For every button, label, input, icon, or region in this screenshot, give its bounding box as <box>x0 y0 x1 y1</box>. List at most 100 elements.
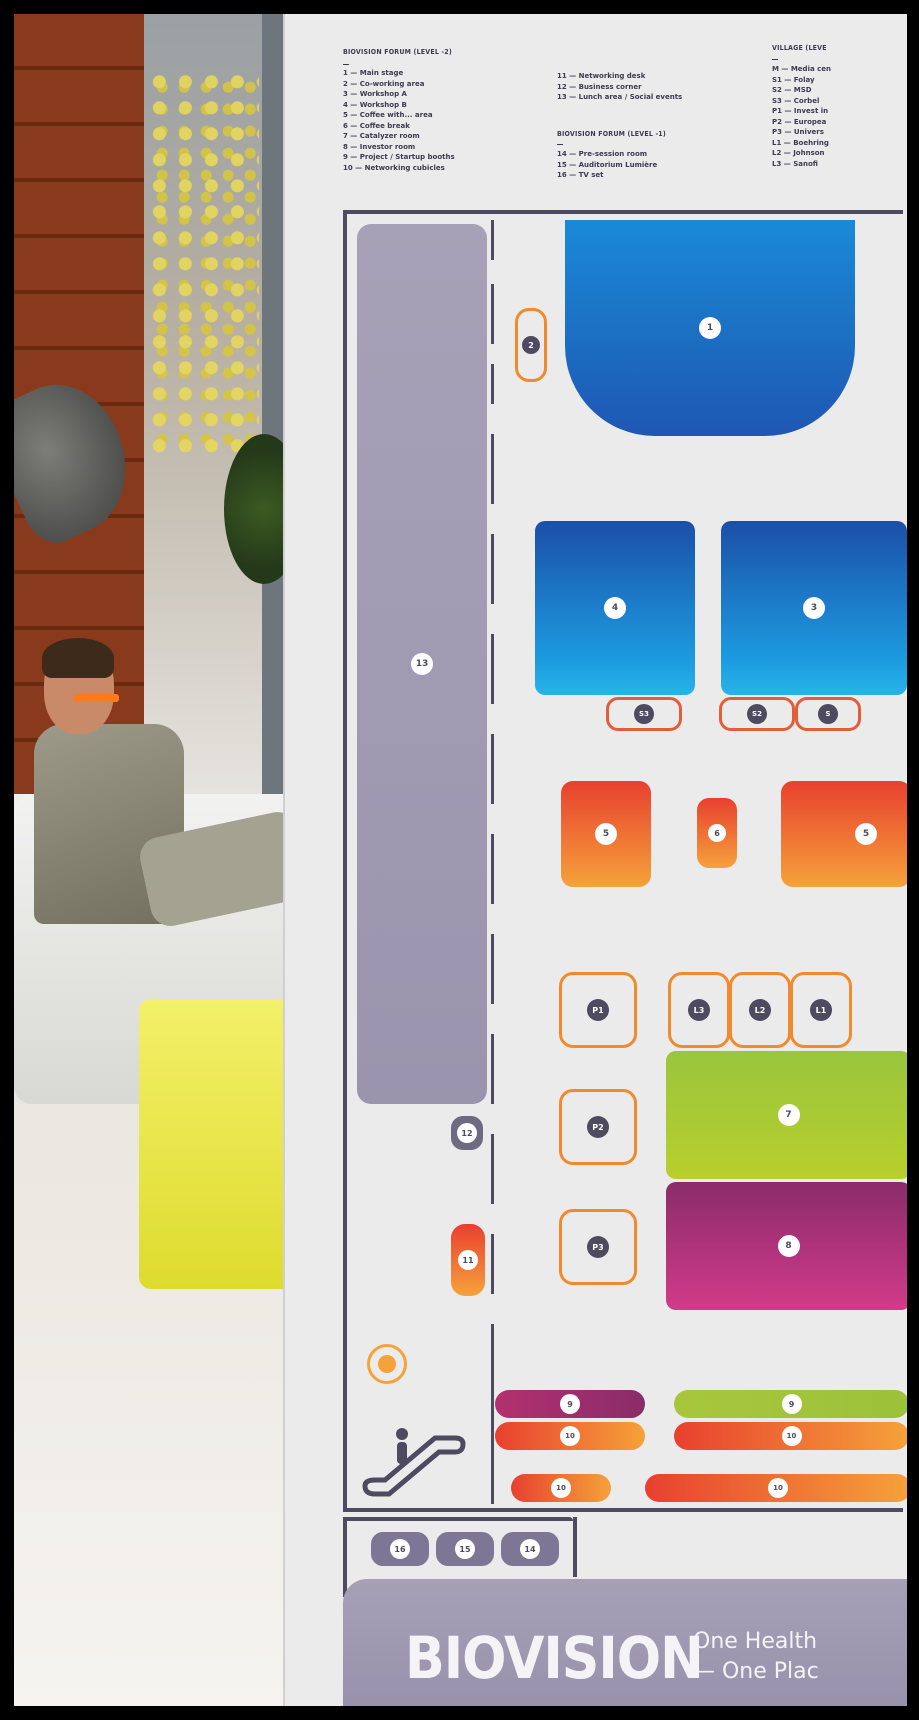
room-label: 4 <box>604 597 626 619</box>
divider-dash <box>491 934 494 1004</box>
divider-dash <box>491 634 494 704</box>
legend-item: 9 — Project / Startup booths <box>343 153 455 161</box>
seated-man <box>34 638 312 974</box>
booth-s2: S2 <box>719 697 795 731</box>
room-label: 5 <box>595 823 617 845</box>
legend-item: P2 — Europea <box>772 117 827 126</box>
booth-label: P1 <box>587 999 609 1021</box>
booth-l1: L1 <box>790 972 852 1048</box>
room-label: 10 <box>551 1478 571 1498</box>
room-label: 9 <box>781 1394 802 1414</box>
orange-glasses <box>74 694 119 702</box>
brand-tagline: One Health — One Plac <box>693 1627 819 1687</box>
room-1: 1 <box>565 220 855 436</box>
legend-item: 10 — Networking cubicles <box>343 163 445 172</box>
room-label: 10 <box>781 1426 802 1446</box>
room-label: 5 <box>855 823 877 845</box>
room-6: 6 <box>697 798 737 868</box>
legend-item: 5 — Coffee with... area <box>343 111 433 119</box>
divider-dash <box>491 1134 494 1204</box>
legend-item: S3 — Corbel <box>772 96 820 105</box>
legend-item: L1 — Boehring <box>772 138 829 147</box>
map-wall-bottom <box>343 1508 903 1512</box>
legend-item: 8 — Investor room <box>343 142 416 151</box>
room-label: 1 <box>699 317 721 339</box>
legend-dash <box>343 64 349 65</box>
legend-item: 1 — Main stage <box>343 69 404 77</box>
legend-item: M — Media cen <box>772 65 832 73</box>
legend-list-level-2: 1 — Main stage 2 — Co-working area 3 — W… <box>343 68 455 173</box>
booth-10-lower-right: 10 <box>645 1474 907 1502</box>
room-label: 2 <box>522 336 540 354</box>
legend-item: P3 — Univers <box>772 128 824 136</box>
booth-label: P2 <box>587 1116 609 1138</box>
divider-dash <box>491 1034 494 1104</box>
booth-10-right: 10 <box>674 1422 907 1450</box>
booth-label: S3 <box>634 704 654 724</box>
legend-heading-village: VILLAGE (LEVE <box>772 44 827 52</box>
tagline-line-2: — One Plac <box>693 1659 819 1684</box>
booth-l2: L2 <box>729 972 791 1048</box>
room-16: 16 <box>371 1532 429 1566</box>
floor-plan-sign: BIOVISION FORUM (LEVEL -2) 1 — Main stag… <box>283 14 907 1706</box>
booth-9-left: 9 <box>495 1390 645 1418</box>
room-label: 10 <box>768 1478 788 1498</box>
map-wall-lower <box>343 1517 573 1521</box>
booth-label: S <box>818 704 838 724</box>
divider-dash <box>343 1324 346 1354</box>
hair <box>42 638 114 678</box>
legend-item: 11 — Networking desk <box>557 72 646 80</box>
room-7: 7 <box>666 1051 907 1179</box>
booth-s1: S <box>795 697 861 731</box>
legend-heading-level-2: BIOVISION FORUM (LEVEL -2) <box>343 48 452 56</box>
room-label: 15 <box>455 1539 475 1559</box>
legend-heading-level-1: BIOVISION FORUM (LEVEL -1) <box>557 130 666 138</box>
room-5-right: 5 <box>781 781 907 887</box>
room-label: 13 <box>411 653 433 675</box>
tree-leaves <box>149 74 259 454</box>
booth-s3: S3 <box>606 697 682 731</box>
legend-item: 12 — Business corner <box>557 82 642 91</box>
legend-list-village: M — Media cen S1 — Folay S2 — MSD S3 — C… <box>772 64 831 169</box>
room-label: 12 <box>457 1123 477 1143</box>
legend-item: 14 — Pre-session room <box>557 150 648 158</box>
legend-item: 3 — Workshop A <box>343 90 407 98</box>
room-label: 7 <box>777 1104 800 1126</box>
room-5-left: 5 <box>561 781 651 887</box>
room-4: 4 <box>535 521 695 695</box>
divider-dash <box>491 1234 494 1294</box>
booth-label: S2 <box>747 704 767 724</box>
divider-dash <box>491 284 494 344</box>
brand-logo: BIOVISION <box>405 1624 704 1692</box>
escalator-icon <box>362 1428 466 1497</box>
booth-10-left: 10 <box>495 1422 645 1450</box>
room-label: 8 <box>777 1235 800 1257</box>
legend-item: L3 — Sanofi <box>772 159 818 168</box>
room-15: 15 <box>436 1532 494 1566</box>
booth-label: L1 <box>810 999 832 1021</box>
map-wall-lower-left <box>343 1517 347 1597</box>
legend-list-level-1: 14 — Pre-session room 15 — Auditorium Lu… <box>557 149 657 181</box>
room-label: 9 <box>560 1394 580 1414</box>
divider-dash <box>491 220 494 260</box>
booth-label: L3 <box>688 999 710 1021</box>
legend-item: P1 — Invest in <box>772 107 829 115</box>
booth-label: L2 <box>749 999 771 1021</box>
map-wall-left <box>343 210 347 1510</box>
booth-10-lower-left: 10 <box>511 1474 611 1502</box>
tagline-line-1: One Health <box>693 1629 818 1654</box>
divider-dash <box>491 434 494 504</box>
legend-dash <box>557 144 563 145</box>
map-wall-lower-right <box>573 1517 577 1577</box>
room-label: 10 <box>560 1426 580 1446</box>
room-13: 13 <box>357 224 487 1104</box>
booth-p3: P3 <box>559 1209 637 1285</box>
room-12: 12 <box>451 1116 483 1150</box>
room-14: 14 <box>501 1532 559 1566</box>
legend-item: 16 — TV set <box>557 171 604 179</box>
divider-dash <box>491 364 494 404</box>
booth-p2: P2 <box>559 1089 637 1165</box>
brand-banner: BIOVISION One Health — One Plac <box>343 1579 907 1706</box>
divider-dash <box>491 534 494 604</box>
room-label: 11 <box>458 1250 478 1270</box>
